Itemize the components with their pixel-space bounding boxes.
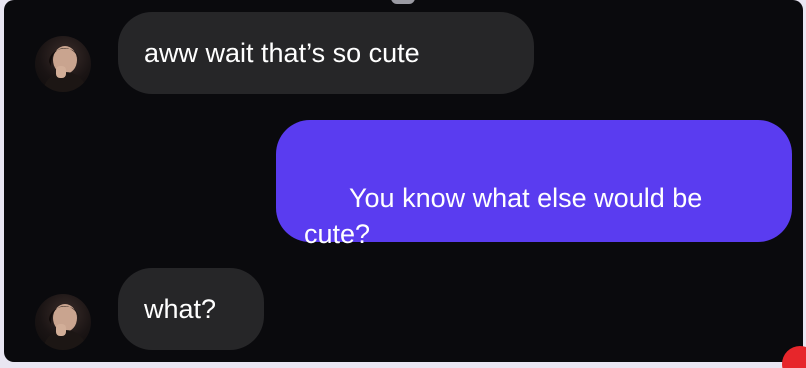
message-text: You know what else would be cute?: [304, 183, 710, 249]
chat-thread[interactable]: aww wait that’s so cute You know what el…: [4, 0, 803, 362]
contact-avatar[interactable]: [35, 36, 91, 92]
avatar-photo-icon: [43, 304, 87, 350]
scroll-indicator: [391, 0, 415, 4]
avatar-photo-icon: [43, 46, 87, 92]
message-bubble-incoming[interactable]: what?: [118, 268, 264, 350]
screenshot-frame: aww wait that’s so cute You know what el…: [0, 0, 806, 368]
message-text: aww wait that’s so cute: [144, 38, 420, 68]
message-bubble-incoming[interactable]: aww wait that’s so cute: [118, 12, 534, 94]
message-bubble-outgoing[interactable]: You know what else would be cute?: [276, 120, 792, 249]
contact-avatar[interactable]: [35, 294, 91, 350]
message-text: what?: [144, 294, 217, 324]
